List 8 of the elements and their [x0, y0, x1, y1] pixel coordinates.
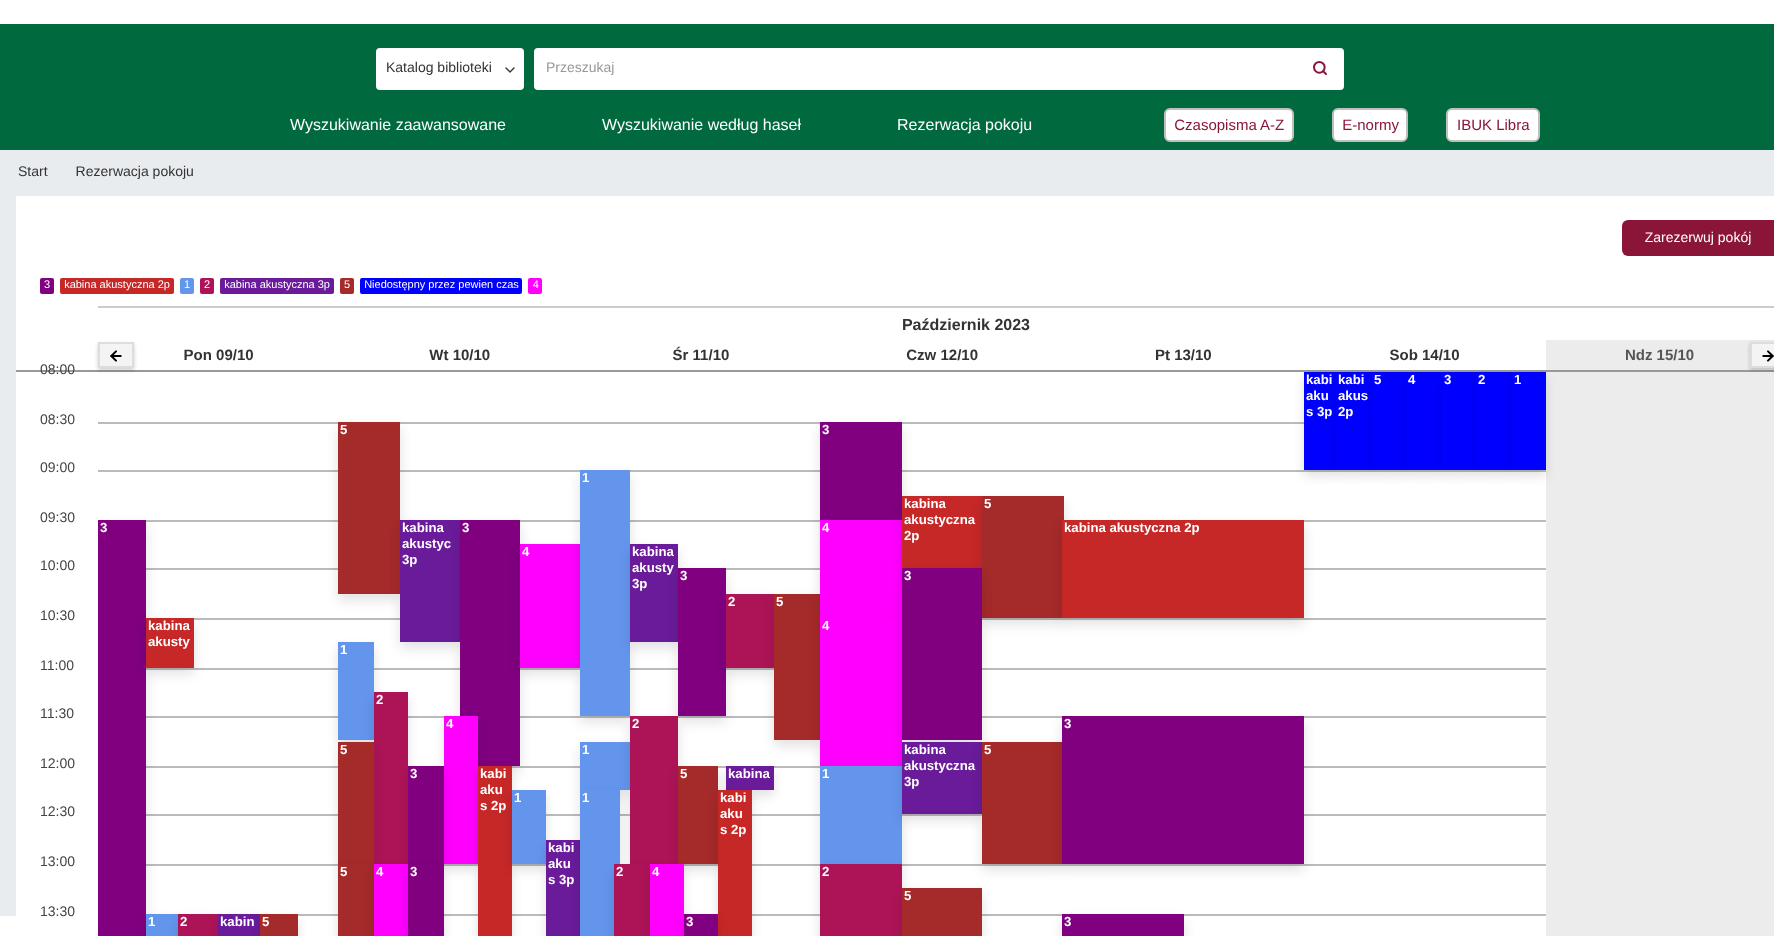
month-title: Październik 2023 — [901, 315, 1031, 333]
arrow-left-icon — [108, 347, 124, 363]
nav-link[interactable]: Rezerwacja pokoju — [897, 116, 1033, 134]
arrow-right-icon — [1760, 347, 1774, 363]
search-icon[interactable] — [1312, 60, 1328, 76]
nav-link[interactable]: Wyszukiwanie zaawansowane — [290, 116, 506, 134]
previous-week-button[interactable] — [98, 342, 134, 368]
nav-link[interactable]: Wyszukiwanie według haseł — [601, 116, 802, 134]
